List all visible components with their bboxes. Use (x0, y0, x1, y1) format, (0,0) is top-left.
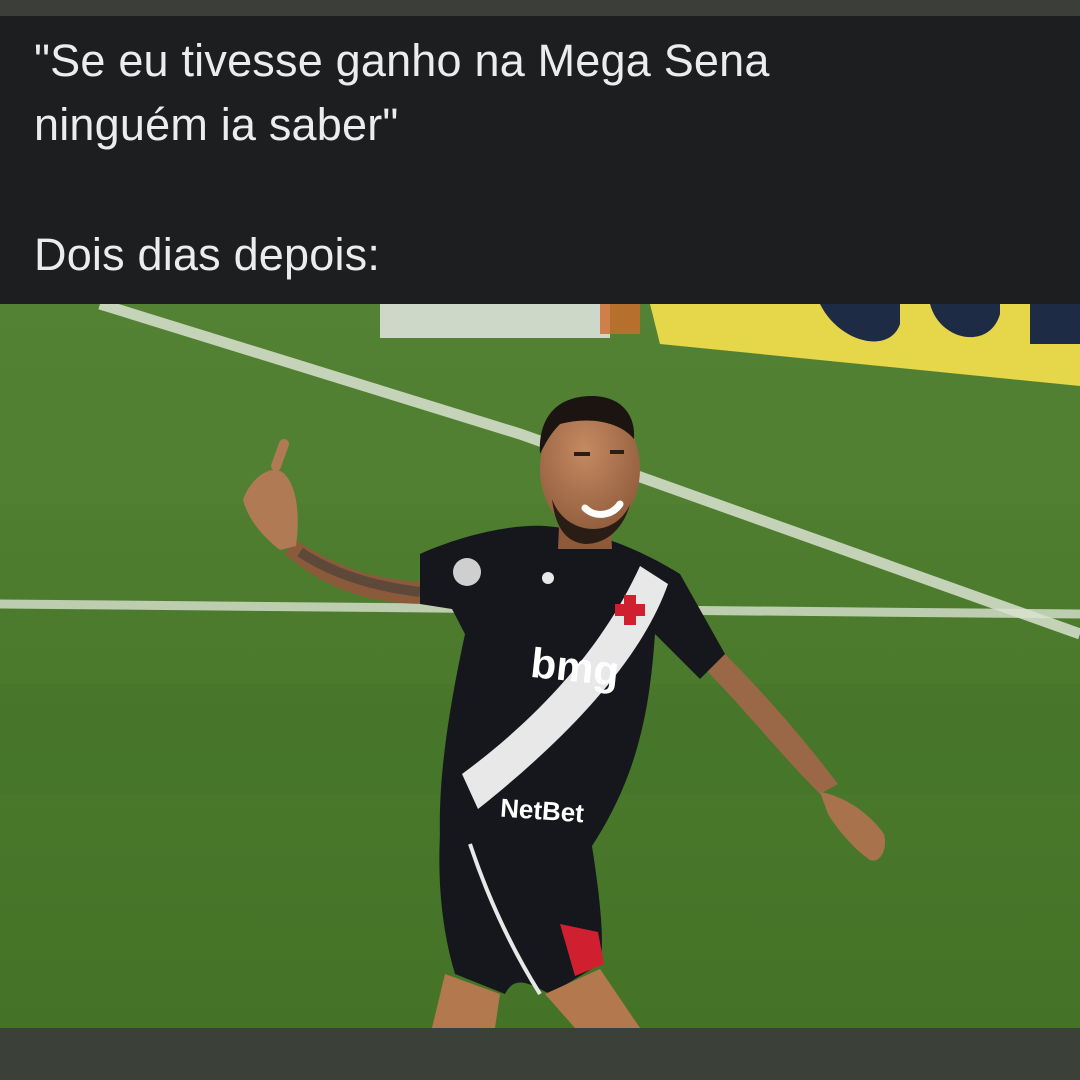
kit-logo-icon (542, 572, 554, 584)
sleeve-patch-icon (453, 558, 481, 586)
caption-line-2: ninguém ia saber" (34, 99, 399, 150)
top-border (0, 0, 1080, 16)
caption-panel: "Se eu tivesse ganho na Mega Sena ningué… (0, 16, 1080, 304)
jersey-sponsor: bmg (528, 639, 621, 695)
shorts-sponsor: NetBet (499, 793, 585, 829)
bottom-border (0, 1028, 1080, 1080)
caption-line-3: Dois dias depois: (34, 229, 381, 280)
ad-board-white (380, 304, 610, 338)
caption-line-1: "Se eu tivesse ganho na Mega Sena (34, 35, 770, 86)
meme-photo: bmg NetBet (0, 304, 1080, 1028)
